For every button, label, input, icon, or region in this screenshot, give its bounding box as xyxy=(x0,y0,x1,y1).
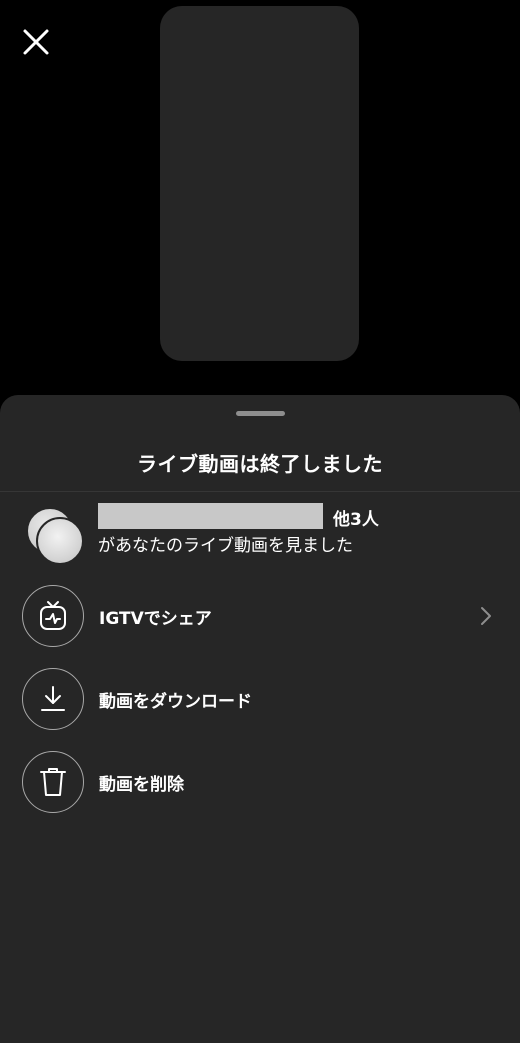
sheet-grabber[interactable] xyxy=(236,411,285,416)
igtv-icon xyxy=(22,585,84,647)
chevron-right-icon xyxy=(481,607,491,625)
others-count: 他3人 xyxy=(333,510,379,530)
sheet-title: ライブ動画は終了しました xyxy=(137,452,383,476)
trash-icon xyxy=(22,751,84,813)
delete-video-button[interactable]: 動画を削除 xyxy=(0,751,520,815)
avatar-stack xyxy=(24,507,84,567)
bottom-sheet: ライブ動画は終了しました 他3人 があなたのライブ動画を見ました IGTVでシェ… xyxy=(0,395,520,1043)
download-video-button[interactable]: 動画をダウンロード xyxy=(0,668,520,732)
avatar xyxy=(36,517,84,565)
viewers-subtitle: があなたのライブ動画を見ました xyxy=(98,536,353,556)
close-icon xyxy=(23,29,49,55)
close-button[interactable] xyxy=(18,24,54,60)
share-igtv-label: IGTVでシェア xyxy=(99,609,212,629)
download-icon xyxy=(22,668,84,730)
live-ended-screen: ライブ動画は終了しました 他3人 があなたのライブ動画を見ました IGTVでシェ… xyxy=(0,0,520,1043)
viewers-row[interactable]: 他3人 があなたのライブ動画を見ました xyxy=(0,502,520,566)
divider xyxy=(0,491,520,492)
delete-video-label: 動画を削除 xyxy=(99,775,184,795)
live-video-preview xyxy=(160,6,359,361)
share-igtv-button[interactable]: IGTVでシェア xyxy=(0,585,520,649)
redacted-username xyxy=(98,503,323,529)
download-video-label: 動画をダウンロード xyxy=(99,692,252,712)
